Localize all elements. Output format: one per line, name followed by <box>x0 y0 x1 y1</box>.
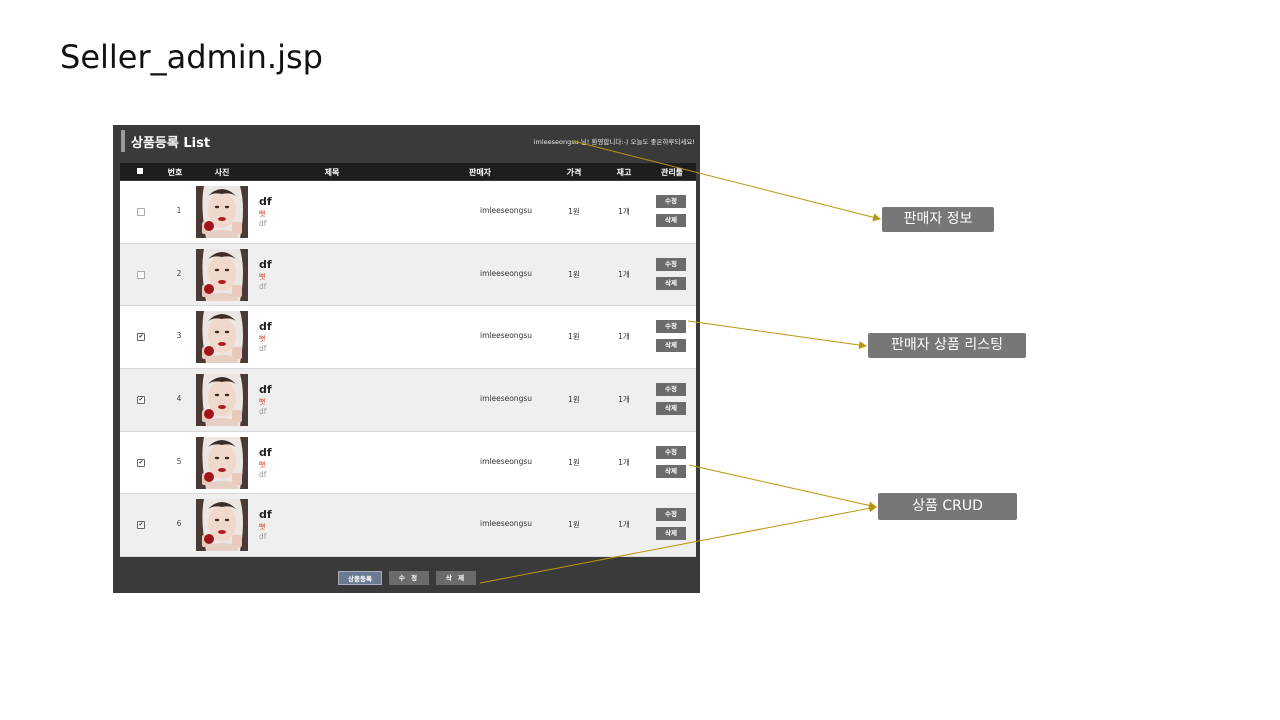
row-price: 1원 <box>568 332 580 342</box>
product-photo[interactable] <box>196 186 248 238</box>
row-checkbox[interactable] <box>137 208 145 216</box>
product-desc: df <box>259 469 267 479</box>
product-subtitle: 뻣 <box>259 210 266 218</box>
row-stock: 1개 <box>618 332 630 342</box>
product-title[interactable]: df <box>259 320 272 333</box>
col-photo: 사진 <box>214 168 230 177</box>
row-number: 4 <box>176 394 182 404</box>
row-price: 1원 <box>568 269 580 279</box>
row-price: 1원 <box>568 207 580 216</box>
product-photo[interactable] <box>196 499 248 552</box>
row-stock: 1개 <box>618 207 630 216</box>
table-row: ✔ 4 df 뻣 df imleeseongsu 1원 1개 수정 삭제 <box>120 369 696 432</box>
product-photo[interactable] <box>196 248 248 301</box>
row-stock: 1개 <box>618 457 630 467</box>
row-stock: 1개 <box>618 520 630 530</box>
register-product-button[interactable]: 상품등록 <box>338 571 382 585</box>
product-subtitle: 뻣 <box>259 398 266 407</box>
seller-admin-panel: 상품등록 List imleeseongsu 님! 환영합니다:-) 오늘도 좋… <box>113 125 700 593</box>
product-title[interactable]: df <box>259 195 272 208</box>
product-title[interactable]: df <box>259 258 272 271</box>
title-accent-bar <box>121 130 125 152</box>
arrow-seller-listing <box>687 320 867 349</box>
row-number: 3 <box>176 331 182 341</box>
col-manage: 관리툴 <box>660 168 684 177</box>
row-price: 1원 <box>568 395 580 405</box>
product-photo[interactable] <box>196 374 248 427</box>
row-edit-button[interactable]: 수정 <box>656 195 686 208</box>
table-row: ✔ 5 df 뻣 df imleeseongsu 1원 1개 수정 삭제 <box>120 431 696 495</box>
table-header: 번호 사진 제목 판매자 가격 재고 관리툴 <box>120 163 696 180</box>
product-photo[interactable] <box>196 311 248 364</box>
row-stock: 1개 <box>618 269 630 279</box>
row-checkbox[interactable]: ✔ <box>137 521 145 530</box>
slide-title: Seller_admin.jsp <box>60 38 323 76</box>
row-edit-button[interactable]: 수정 <box>656 257 686 271</box>
product-subtitle: 뻣 <box>259 523 266 532</box>
product-photo[interactable] <box>196 436 248 489</box>
bulk-delete-button[interactable]: 삭 제 <box>436 571 476 585</box>
row-number: 6 <box>176 519 182 529</box>
row-delete-button[interactable]: 삭제 <box>656 214 686 227</box>
row-delete-button[interactable]: 삭제 <box>656 402 686 416</box>
col-seller: 판매자 <box>468 168 492 177</box>
product-table-body: 1 df 뻣 df imleeseongsu 1원 1개 수정 삭제 2 df 뻣 df imleeseo… <box>120 181 696 558</box>
arrow-crud-row <box>688 464 877 510</box>
row-delete-button[interactable]: 삭제 <box>656 527 686 541</box>
select-all-checkbox[interactable] <box>137 168 143 174</box>
panel-title: 상품등록 List <box>131 136 211 151</box>
row-number: 5 <box>176 456 182 466</box>
row-delete-button[interactable]: 삭제 <box>656 464 686 478</box>
col-title: 제목 <box>324 168 340 177</box>
row-edit-button[interactable]: 수정 <box>656 383 686 397</box>
welcome-message: imleeseongsu 님! 환영합니다:-) 오늘도 좋은하루되세요! <box>533 138 695 146</box>
table-row: ✔ 3 df 뻣 df imleeseongsu 1원 1개 수정 삭제 <box>120 306 696 370</box>
row-edit-button[interactable]: 수정 <box>656 320 686 334</box>
callout-seller-listing: 판매자 상품 리스팅 <box>868 333 1026 358</box>
col-number: 번호 <box>167 168 183 177</box>
product-subtitle: 뻣 <box>259 460 266 469</box>
col-stock: 재고 <box>616 168 632 177</box>
row-delete-button[interactable]: 삭제 <box>656 339 686 353</box>
row-number: 1 <box>176 206 182 215</box>
product-desc: df <box>259 219 267 228</box>
row-stock: 1개 <box>618 395 630 405</box>
row-price: 1원 <box>568 457 580 467</box>
callout-seller-info: 판매자 정보 <box>882 207 994 232</box>
row-checkbox[interactable] <box>137 270 145 279</box>
product-desc: df <box>259 281 267 291</box>
table-row: 1 df 뻣 df imleeseongsu 1원 1개 수정 삭제 <box>120 181 696 244</box>
col-price: 가격 <box>566 168 582 177</box>
table-row: ✔ 6 df 뻣 df imleeseongsu 1원 1개 수정 삭제 <box>120 494 696 558</box>
row-checkbox[interactable]: ✔ <box>137 333 145 342</box>
product-title[interactable]: df <box>259 508 272 521</box>
product-desc: df <box>259 344 267 354</box>
product-subtitle: 뻣 <box>259 335 266 344</box>
row-checkbox[interactable]: ✔ <box>137 458 145 467</box>
row-price: 1원 <box>568 520 580 530</box>
table-row: 2 df 뻣 df imleeseongsu 1원 1개 수정 삭제 <box>120 243 696 307</box>
product-title[interactable]: df <box>259 446 272 459</box>
callout-product-crud: 상품 CRUD <box>878 493 1017 520</box>
row-checkbox[interactable]: ✔ <box>137 396 145 405</box>
row-edit-button[interactable]: 수정 <box>656 445 686 459</box>
row-delete-button[interactable]: 삭제 <box>656 276 686 290</box>
row-edit-button[interactable]: 수정 <box>656 508 686 522</box>
product-desc: df <box>259 532 267 542</box>
product-desc: df <box>259 407 267 417</box>
bulk-edit-button[interactable]: 수 정 <box>389 571 429 585</box>
product-subtitle: 뻣 <box>259 272 266 281</box>
product-title[interactable]: df <box>259 383 272 396</box>
row-number: 2 <box>176 268 182 278</box>
